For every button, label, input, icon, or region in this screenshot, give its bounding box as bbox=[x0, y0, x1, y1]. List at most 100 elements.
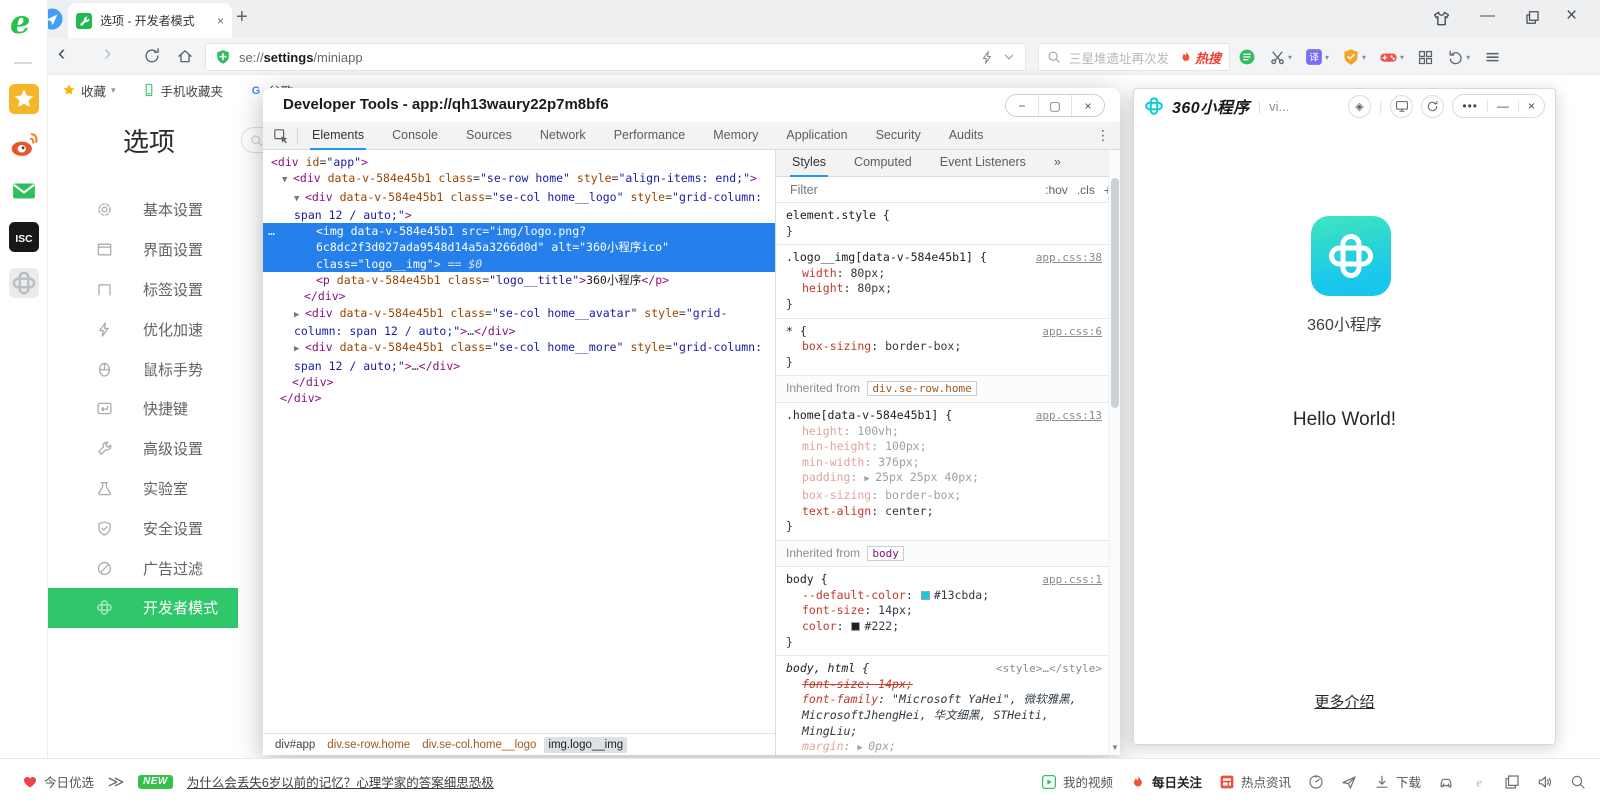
css-rule[interactable]: <style>…</style>body, html {font-size: 1… bbox=[776, 656, 1108, 755]
miniapp-desktop-icon[interactable] bbox=[1390, 95, 1413, 118]
css-property[interactable]: height: 80px; bbox=[786, 281, 1102, 297]
status-item-我的视频[interactable]: 我的视频 bbox=[1041, 772, 1113, 791]
breadcrumb-item[interactable]: div.se-row.home bbox=[323, 737, 414, 753]
css-property[interactable]: color: #222; bbox=[786, 619, 1102, 635]
status-item-magnifier[interactable] bbox=[1570, 774, 1586, 790]
miniapp-refresh-icon[interactable] bbox=[1421, 95, 1444, 118]
dom-tree-node[interactable]: ▶<div data-v-584e45b1 class="se-col home… bbox=[263, 339, 775, 374]
hot-flame-icon[interactable] bbox=[1179, 50, 1193, 64]
status-item-car[interactable] bbox=[1438, 774, 1454, 790]
devtools-menu-icon[interactable]: ⋮ bbox=[1086, 127, 1120, 144]
sidebar-item-实验室[interactable]: 实验室 bbox=[48, 469, 238, 509]
reload-icon[interactable] bbox=[143, 47, 161, 65]
bookmark-favorites[interactable]: 收藏 ▾ bbox=[62, 81, 116, 100]
sidebar-item-开发者模式[interactable]: 开发者模式 bbox=[48, 588, 238, 628]
dropdown-arrow-icon[interactable]: ▾ bbox=[1325, 53, 1329, 62]
css-source-link[interactable]: app.css:13 bbox=[1036, 408, 1102, 424]
shieldext-button[interactable]: ▾ bbox=[1342, 48, 1366, 66]
css-rule[interactable]: app.css:6* {box-sizing: border-box;} bbox=[776, 319, 1108, 377]
styles-pane-tab-computed[interactable]: Computed bbox=[852, 149, 914, 177]
color-swatch[interactable] bbox=[921, 591, 930, 600]
window-restore-button[interactable] bbox=[1524, 9, 1541, 26]
css-property[interactable]: margin: ▶ 0px; bbox=[786, 739, 1102, 755]
devtools-maximize-button[interactable]: ▢ bbox=[1039, 95, 1072, 116]
css-rule[interactable]: app.css:1body {--default-color: #13cbda;… bbox=[776, 567, 1108, 656]
devtools-close-button[interactable]: × bbox=[1072, 95, 1104, 116]
breadcrumb-item[interactable]: div#app bbox=[271, 737, 319, 753]
dom-tree-node[interactable]: ▼<div data-v-584e45b1 class="se-row home… bbox=[263, 170, 775, 188]
window-minimize-button[interactable]: — bbox=[1480, 7, 1495, 24]
dom-tree-node[interactable]: <div id="app"> bbox=[263, 154, 775, 170]
skin-theme-icon[interactable] bbox=[1432, 9, 1451, 28]
status-new-badge[interactable]: NEW bbox=[138, 775, 173, 789]
miniapp-close-button[interactable]: × bbox=[1519, 100, 1544, 112]
search-box[interactable]: 三星堆遗址再次发 热搜 bbox=[1038, 43, 1230, 71]
css-rule[interactable]: element.style {} bbox=[776, 203, 1108, 245]
sidebar-item-安全设置[interactable]: 安全设置 bbox=[48, 508, 238, 548]
color-swatch[interactable] bbox=[851, 622, 860, 631]
devtools-tab-network[interactable]: Network bbox=[538, 122, 588, 150]
menu-button[interactable]: ≡ bbox=[1483, 48, 1502, 67]
devtools-tab-security[interactable]: Security bbox=[874, 122, 923, 150]
css-property[interactable]: width: 80px; bbox=[786, 266, 1102, 282]
more-intro-link[interactable]: 更多介绍 bbox=[1134, 691, 1555, 712]
css-property[interactable]: font-family: "Microsoft YaHei", 微软雅黑, Mi… bbox=[786, 692, 1102, 739]
scrollbar-down-icon[interactable]: ▼ bbox=[1111, 743, 1119, 752]
dom-tree-node[interactable]: ▶<div data-v-584e45b1 class="se-col home… bbox=[263, 305, 775, 340]
devtools-tab-performance[interactable]: Performance bbox=[612, 122, 688, 150]
styles-pane-tab-event-listeners[interactable]: Event Listeners bbox=[938, 149, 1028, 177]
sidebar-item-快捷键[interactable]: 快捷键 bbox=[48, 389, 238, 429]
styles-filter-input[interactable] bbox=[790, 183, 1036, 197]
dropdown-arrow-icon[interactable]: ▾ bbox=[1400, 53, 1404, 62]
dom-tree-node[interactable]: ▼<div data-v-584e45b1 class="se-col home… bbox=[263, 189, 775, 224]
devtools-tab-audits[interactable]: Audits bbox=[947, 122, 986, 150]
status-item-speaker[interactable] bbox=[1537, 774, 1553, 790]
devtools-tab-console[interactable]: Console bbox=[390, 122, 440, 150]
home-icon[interactable] bbox=[176, 47, 194, 65]
styles-scrollbar[interactable]: ▼ bbox=[1108, 150, 1120, 755]
status-item-elogo-gray[interactable]: e bbox=[1471, 774, 1487, 790]
sidebar-item-标签设置[interactable]: 标签设置 bbox=[48, 270, 238, 310]
expand-arrow-icon[interactable]: ▼ bbox=[282, 172, 293, 188]
isc-app[interactable]: ISC bbox=[9, 222, 39, 252]
address-bar[interactable]: se://settings/miniapp bbox=[205, 43, 1026, 71]
breadcrumb-item[interactable]: div.se-col.home__logo bbox=[418, 737, 540, 753]
status-item-今日优选[interactable]: 今日优选 bbox=[22, 772, 94, 791]
inspect-element-icon[interactable] bbox=[273, 128, 289, 144]
miniapp-about-icon[interactable]: ◈ bbox=[1348, 95, 1371, 118]
favorites-manager[interactable] bbox=[9, 84, 39, 114]
styles-pane-tab--[interactable]: » bbox=[1052, 149, 1063, 177]
site-shield-icon[interactable] bbox=[215, 49, 231, 65]
sidebar-item-广告过滤[interactable]: 广告过滤 bbox=[48, 548, 238, 588]
dropdown-arrow-icon[interactable]: ▾ bbox=[1362, 53, 1366, 62]
css-source-link[interactable]: app.css:38 bbox=[1036, 250, 1102, 266]
browser-logo[interactable]: e bbox=[10, 6, 30, 38]
back-button[interactable]: ‹ bbox=[58, 40, 65, 66]
new-tab-button[interactable]: + bbox=[236, 6, 248, 29]
sidebar-item-高级设置[interactable]: 高级设置 bbox=[48, 429, 238, 469]
miniapp-minimize-button[interactable]: — bbox=[1488, 100, 1519, 112]
reader-button[interactable] bbox=[1238, 48, 1256, 66]
devtools-tab-application[interactable]: Application bbox=[784, 122, 849, 150]
grid-button[interactable] bbox=[1417, 49, 1434, 66]
inherited-node-chip[interactable]: div.se-row.home bbox=[867, 381, 976, 396]
dom-tree-node[interactable]: …<img data-v-584e45b1 src="img/logo.png?… bbox=[263, 223, 775, 272]
translate-button[interactable]: 译▾ bbox=[1305, 48, 1329, 66]
weibo-app[interactable] bbox=[9, 130, 39, 160]
dropdown-arrow-icon[interactable]: ▾ bbox=[1288, 53, 1292, 62]
toggle-hov[interactable]: :hov bbox=[1045, 183, 1068, 197]
styles-pane-tab-styles[interactable]: Styles bbox=[790, 149, 828, 177]
mail-app[interactable] bbox=[9, 176, 39, 206]
sidebar-item-基本设置[interactable]: 基本设置 bbox=[48, 190, 238, 230]
css-rule[interactable]: app.css:38.logo__img[data-v-584e45b1] {w… bbox=[776, 245, 1108, 318]
tab-close-icon[interactable]: × bbox=[217, 14, 224, 28]
breadcrumb-item[interactable]: img.logo__img bbox=[544, 737, 627, 753]
chevron-down-icon[interactable] bbox=[1003, 51, 1015, 63]
devtools-tab-sources[interactable]: Sources bbox=[464, 122, 514, 150]
dom-tree-node[interactable]: </div> bbox=[263, 288, 775, 304]
gamepad-button[interactable]: ▾ bbox=[1379, 48, 1404, 67]
window-close-button[interactable]: × bbox=[1566, 5, 1577, 27]
css-property[interactable]: height: 100vh; bbox=[786, 424, 1102, 440]
expand-arrow-icon[interactable]: ▶ bbox=[294, 341, 305, 357]
forward-button[interactable]: › bbox=[104, 40, 111, 66]
